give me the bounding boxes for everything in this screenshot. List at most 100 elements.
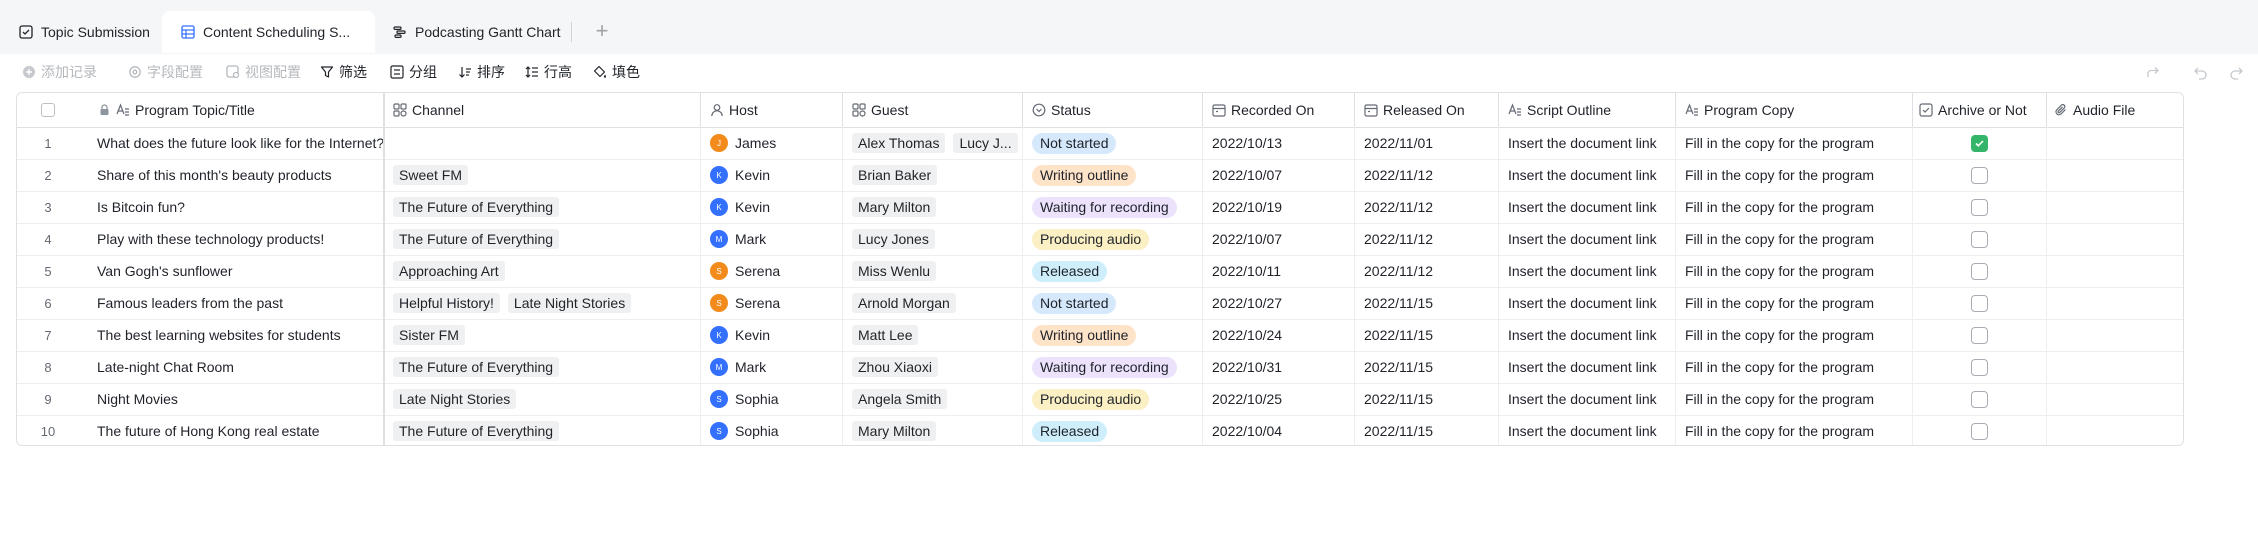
cell-host[interactable]: M Mark [701, 223, 843, 255]
cell-status[interactable]: Released [1023, 415, 1203, 445]
fill-color-button[interactable]: 填色 [593, 62, 640, 82]
cell-num[interactable]: 4 [17, 223, 79, 255]
cell-recorded[interactable]: 2022/10/11 [1203, 255, 1355, 287]
table-row[interactable]: 5 Van Gogh's sunflower Approaching Art S Ser… [17, 255, 2183, 288]
cell-guest[interactable]: Lucy Jones [843, 223, 1023, 255]
cell-copy[interactable]: Fill in the copy for the program [1676, 319, 1913, 351]
add-record-button[interactable]: 添加记录 [22, 62, 97, 82]
cell-copy[interactable]: Fill in the copy for the program [1676, 383, 1913, 415]
share-icon[interactable] [2143, 62, 2163, 82]
cell-script[interactable]: Insert the document link [1499, 255, 1676, 287]
cell-recorded[interactable]: 2022/10/13 [1203, 127, 1355, 159]
cell-script[interactable]: Insert the document link [1499, 191, 1676, 223]
archive-checkbox[interactable] [1971, 262, 1988, 280]
cell-archive[interactable] [1913, 319, 2047, 351]
redo-icon[interactable] [2226, 62, 2246, 82]
cell-audio[interactable] [2047, 319, 2183, 351]
cell-script[interactable]: Insert the document link [1499, 383, 1676, 415]
cell-guest[interactable]: Matt Lee [843, 319, 1023, 351]
cell-channel[interactable]: Sister FM [384, 319, 701, 351]
cell-copy[interactable]: Fill in the copy for the program [1676, 127, 1913, 159]
cell-host[interactable]: J James [701, 127, 843, 159]
cell-audio[interactable] [2047, 287, 2183, 319]
field-config-button[interactable]: 字段配置 [128, 62, 203, 82]
cell-host[interactable]: S Serena [701, 287, 843, 319]
archive-checkbox[interactable] [1971, 326, 1988, 344]
archive-checkbox[interactable] [1971, 358, 1988, 376]
select-all-checkbox[interactable] [41, 103, 55, 117]
table-row[interactable]: 9 Night Movies Late Night Stories S Sophia An… [17, 383, 2183, 416]
cell-status[interactable]: Not started [1023, 287, 1203, 319]
add-tab-button[interactable]: + [590, 18, 614, 43]
cell-released[interactable]: 2022/11/12 [1355, 223, 1499, 255]
cell-topic[interactable]: Van Gogh's sunflower [79, 255, 384, 287]
cell-status[interactable]: Producing audio [1023, 383, 1203, 415]
cell-host[interactable]: S Sophia [701, 415, 843, 445]
cell-guest[interactable]: Miss Wenlu [843, 255, 1023, 287]
cell-archive[interactable] [1913, 191, 2047, 223]
cell-archive[interactable] [1913, 127, 2047, 159]
cell-status[interactable]: Writing outline [1023, 319, 1203, 351]
cell-released[interactable]: 2022/11/15 [1355, 287, 1499, 319]
table-row[interactable]: 7 The best learning websites for students… [17, 319, 2183, 352]
cell-topic[interactable]: Share of this month's beauty products [79, 159, 384, 191]
cell-copy[interactable]: Fill in the copy for the program [1676, 223, 1913, 255]
cell-num[interactable]: 7 [17, 319, 79, 351]
archive-checkbox[interactable] [1971, 134, 1988, 152]
cell-script[interactable]: Insert the document link [1499, 159, 1676, 191]
cell-host[interactable]: M Mark [701, 351, 843, 383]
cell-released[interactable]: 2022/11/12 [1355, 191, 1499, 223]
cell-num[interactable]: 5 [17, 255, 79, 287]
archive-checkbox[interactable] [1971, 390, 1988, 408]
cell-host[interactable]: S Sophia [701, 383, 843, 415]
cell-audio[interactable] [2047, 127, 2183, 159]
cell-status[interactable]: Writing outline [1023, 159, 1203, 191]
cell-released[interactable]: 2022/11/15 [1355, 351, 1499, 383]
cell-recorded[interactable]: 2022/10/25 [1203, 383, 1355, 415]
cell-channel[interactable]: Helpful History! Late Night Stories [384, 287, 701, 319]
sort-button[interactable]: 排序 [458, 62, 505, 82]
table-row[interactable]: 4 Play with these technology products! The… [17, 223, 2183, 256]
archive-checkbox[interactable] [1971, 166, 1988, 184]
archive-checkbox[interactable] [1971, 230, 1988, 248]
cell-guest[interactable]: Arnold Morgan [843, 287, 1023, 319]
cell-copy[interactable]: Fill in the copy for the program [1676, 415, 1913, 445]
view-config-button[interactable]: 视图配置 [226, 62, 301, 82]
cell-guest[interactable]: Brian Baker [843, 159, 1023, 191]
cell-script[interactable]: Insert the document link [1499, 351, 1676, 383]
cell-guest[interactable]: Alex Thomas Lucy J... [843, 127, 1023, 159]
cell-num[interactable]: 1 [17, 127, 79, 159]
cell-script[interactable]: Insert the document link [1499, 127, 1676, 159]
cell-num[interactable]: 9 [17, 383, 79, 415]
cell-topic[interactable]: Play with these technology products! [79, 223, 384, 255]
cell-copy[interactable]: Fill in the copy for the program [1676, 255, 1913, 287]
cell-archive[interactable] [1913, 383, 2047, 415]
cell-recorded[interactable]: 2022/10/31 [1203, 351, 1355, 383]
table-row[interactable]: 2 Share of this month's beauty products Sw… [17, 159, 2183, 192]
cell-archive[interactable] [1913, 159, 2047, 191]
cell-topic[interactable]: What does the future look like for the I… [79, 127, 384, 159]
cell-topic[interactable]: Late-night Chat Room [79, 351, 384, 383]
cell-audio[interactable] [2047, 351, 2183, 383]
column-header-status[interactable]: Status [1023, 93, 1203, 127]
cell-guest[interactable]: Zhou Xiaoxi [843, 351, 1023, 383]
cell-recorded[interactable]: 2022/10/07 [1203, 223, 1355, 255]
cell-audio[interactable] [2047, 255, 2183, 287]
cell-script[interactable]: Insert the document link [1499, 319, 1676, 351]
cell-recorded[interactable]: 2022/10/27 [1203, 287, 1355, 319]
cell-topic[interactable]: Famous leaders from the past [79, 287, 384, 319]
cell-copy[interactable]: Fill in the copy for the program [1676, 159, 1913, 191]
row-height-button[interactable]: 行高 [525, 62, 572, 82]
cell-num[interactable]: 3 [17, 191, 79, 223]
cell-audio[interactable] [2047, 415, 2183, 445]
cell-channel[interactable]: The Future of Everything [384, 351, 701, 383]
cell-guest[interactable]: Mary Milton [843, 191, 1023, 223]
tab-podcasting-gantt[interactable]: Podcasting Gantt Chart [374, 11, 570, 53]
column-header-host[interactable]: Host [701, 93, 843, 127]
tab-topic-submission[interactable]: Topic Submission [0, 11, 160, 53]
cell-host[interactable]: K Kevin [701, 159, 843, 191]
cell-num[interactable]: 6 [17, 287, 79, 319]
archive-checkbox[interactable] [1971, 294, 1988, 312]
cell-archive[interactable] [1913, 351, 2047, 383]
cell-topic[interactable]: Night Movies [79, 383, 384, 415]
